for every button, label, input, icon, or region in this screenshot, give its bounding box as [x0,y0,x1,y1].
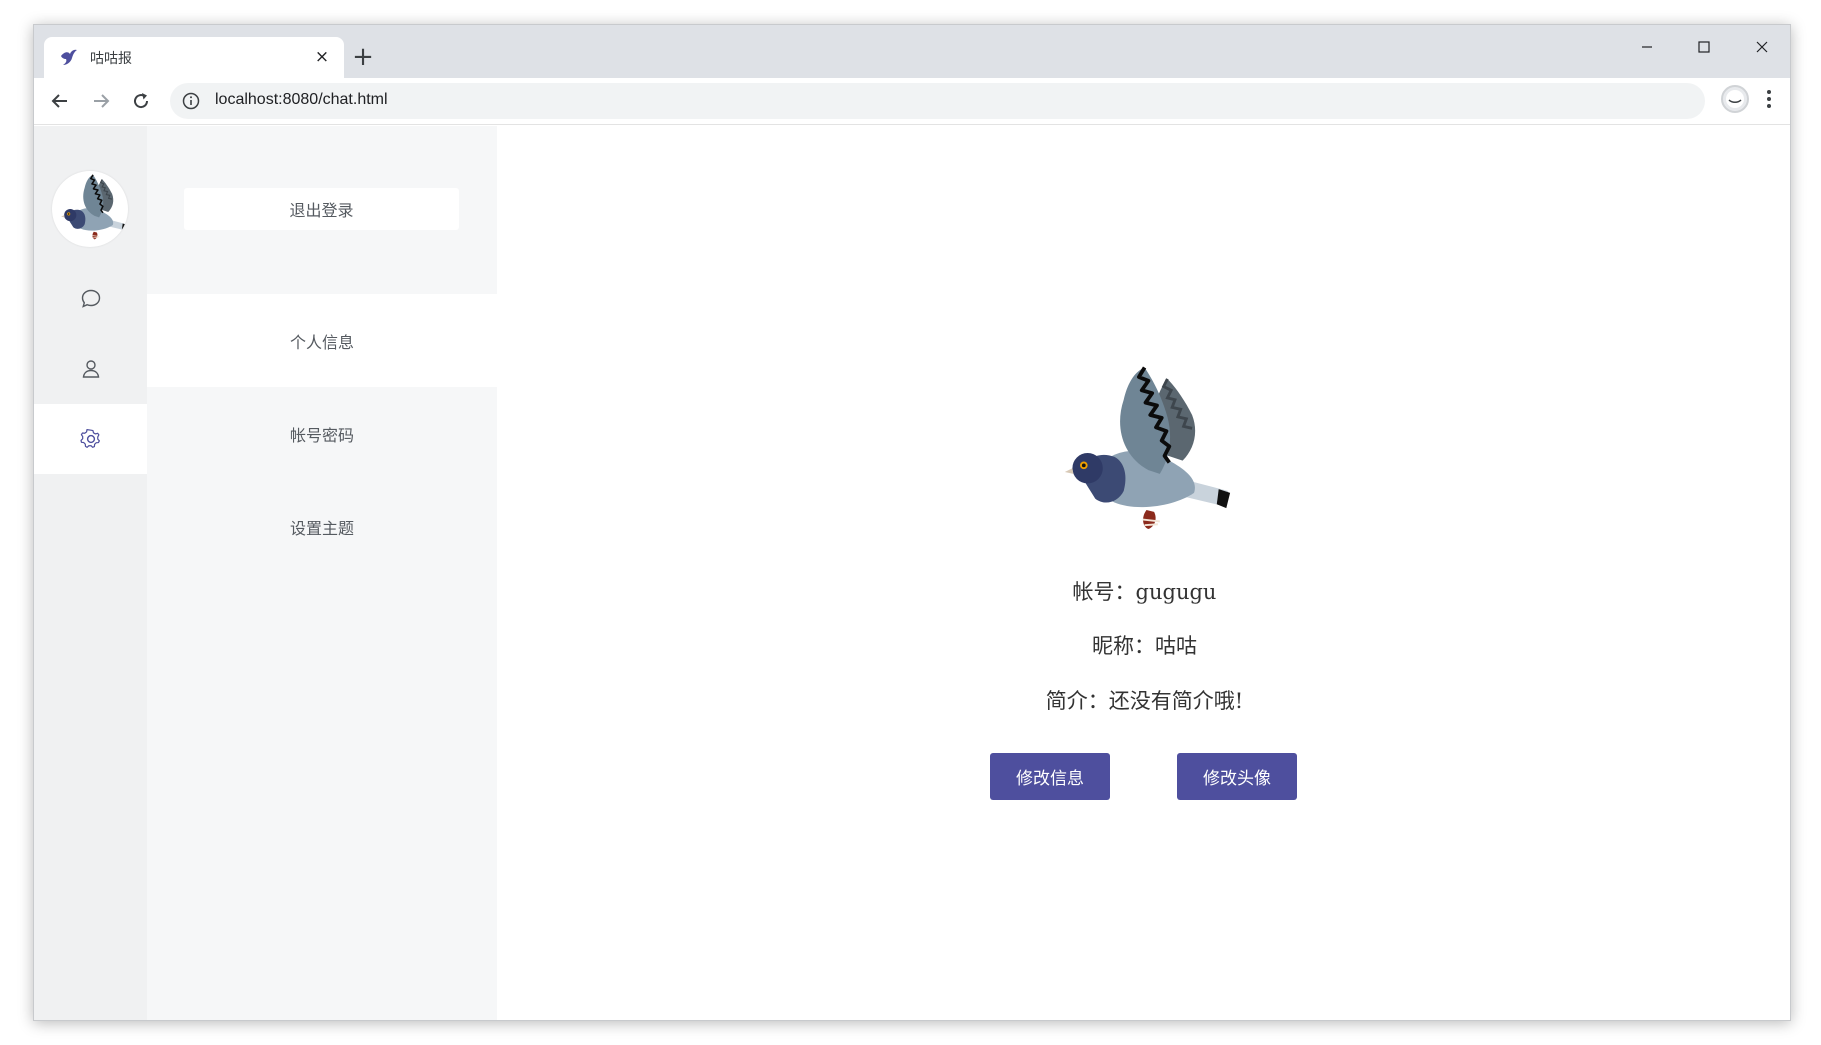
address-bar[interactable]: localhost:8080/chat.html [170,83,1705,119]
account-text: 帐号：gugugu [1072,580,1217,604]
user-icon [82,360,99,378]
logout-button[interactable]: 退出登录 [184,188,459,230]
back-arrow-icon[interactable] [44,85,76,117]
reload-icon[interactable] [125,85,157,117]
rail-item-chat[interactable] [34,264,147,334]
icon-rail [34,126,147,1020]
tab-title: 咕咕报 [90,51,132,67]
close-icon[interactable] [1738,30,1786,64]
forward-arrow-icon[interactable] [85,85,117,117]
bio-text: 简介：还没有简介哦! [1045,689,1244,713]
minimize-icon[interactable] [1623,30,1671,64]
menu-kebab-icon[interactable] [1759,87,1779,111]
chat-app: 退出登录 个人信息 帐号密码 设置主题 帐号：gugugu 昵称：咕咕 简介：还… [34,126,1790,1020]
gear-icon [79,429,100,448]
browser-tab[interactable]: 咕咕报 × [44,37,344,78]
profile-icon[interactable] [1721,85,1749,113]
new-tab-button[interactable]: + [349,44,377,72]
maximize-icon[interactable] [1680,30,1728,64]
rail-item-contacts[interactable] [34,334,147,404]
chat-bubble-icon [81,289,100,308]
profile-avatar [1042,358,1232,548]
pigeon-avatar[interactable] [52,171,128,247]
url-text[interactable]: localhost:8080/chat.html [215,91,388,109]
browser-toolbar: localhost:8080/chat.html [34,78,1790,125]
tab-close-icon[interactable]: × [310,45,334,69]
profile-panel: 帐号：gugugu 昵称：咕咕 简介：还没有简介哦! 修改信息 修改头像 [497,126,1790,1020]
rail-item-settings[interactable] [34,404,147,474]
edit-avatar-button[interactable]: 修改头像 [1177,753,1297,800]
nickname-text: 昵称：咕咕 [1092,634,1197,658]
info-icon[interactable] [182,92,200,110]
menu-item-profile[interactable]: 个人信息 [147,294,497,387]
menu-item-account-password[interactable]: 帐号密码 [147,387,497,480]
browser-titlebar: 咕咕报 × + [34,25,1790,78]
edit-info-button[interactable]: 修改信息 [990,753,1110,800]
menu-item-theme[interactable]: 设置主题 [147,480,497,573]
browser-window: 咕咕报 × + localhost:8080/chat.html 退出登录 个人… [33,24,1791,1021]
favicon-dove-icon [61,49,77,65]
settings-menu: 退出登录 个人信息 帐号密码 设置主题 [147,126,497,1020]
